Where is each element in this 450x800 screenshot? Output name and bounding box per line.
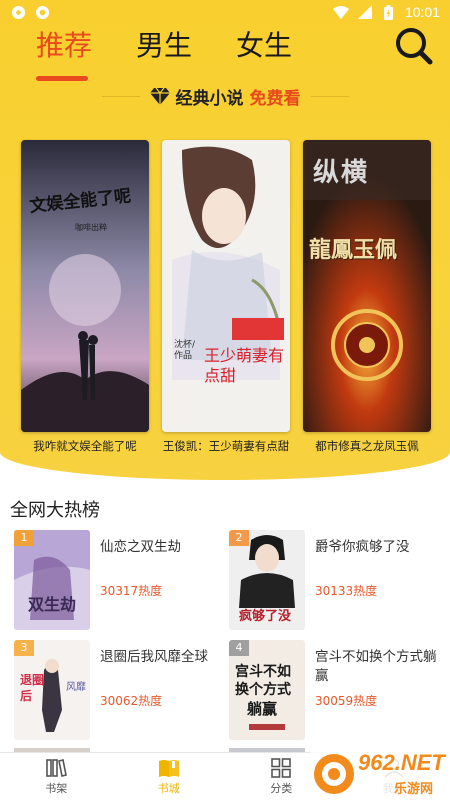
- featured-book[interactable]: 文娱全能了呢 咖啡出粹 我咋就文娱全能了呢: [21, 140, 149, 454]
- nav-bookstore[interactable]: 书城: [113, 753, 226, 800]
- hot-list-item[interactable]: 宫斗不如 换个方式 躺赢 4 宫斗不如换个方式躺赢 30059热度: [229, 640, 439, 740]
- book-cover: 双生劫 1: [14, 530, 90, 630]
- hot-list-heat: 30133热度: [315, 584, 378, 598]
- svg-text:躺赢: 躺赢: [247, 700, 277, 718]
- clock: 10:01: [404, 4, 440, 20]
- site-watermark: 962.NET 乐游网: [310, 748, 450, 800]
- featured-book[interactable]: 王少萌妻有点甜 沈杯/作品 王俊凯：王少萌妻有点甜: [162, 140, 290, 454]
- active-tab-indicator: [36, 76, 88, 81]
- book-cover: 纵横 龍鳳玉佩: [303, 140, 431, 432]
- featured-book[interactable]: 纵横 龍鳳玉佩 都市修真之龙凤玉佩: [303, 140, 431, 454]
- hot-list-heat: 30059热度: [315, 694, 378, 708]
- nav-bookshelf[interactable]: 书架: [0, 753, 113, 800]
- promo-banner: 经典小说 免费看: [0, 84, 450, 109]
- bookshelf-icon: [46, 758, 68, 777]
- rank-badge: 4: [229, 640, 249, 656]
- svg-text:后: 后: [20, 688, 32, 703]
- top-tabs: 推荐 男生 女生: [36, 26, 292, 66]
- app-notification-icon: [34, 4, 50, 20]
- cover-title: 王少萌妻有点甜: [204, 346, 285, 385]
- book-cover: 疯够了没 2: [229, 530, 305, 630]
- svg-text:疯够了没: 疯够了没: [239, 608, 292, 624]
- battery-icon: [381, 4, 397, 20]
- svg-text:换个方式: 换个方式: [235, 681, 291, 698]
- cover-author: 咖啡出粹: [75, 223, 107, 232]
- book-title: 我咋就文娱全能了呢: [33, 439, 137, 453]
- wifi-icon: [332, 4, 349, 20]
- divider: [101, 96, 140, 97]
- featured-books: 文娱全能了呢 咖啡出粹 我咋就文娱全能了呢 王少萌妻有点甜 沈杯/作品 王俊凯：…: [21, 140, 431, 454]
- diamond-icon: [149, 88, 170, 105]
- watermark-text: 962.NET: [358, 750, 445, 775]
- hot-list-item[interactable]: 退圈 后 风靡 3 退圈后我风靡全球 30062热度: [14, 640, 224, 740]
- watermark-sub: 乐游网: [394, 782, 434, 797]
- divider: [310, 96, 349, 97]
- hot-list-item[interactable]: 疯够了没 2 爵爷你疯够了没 30133热度: [229, 530, 439, 630]
- hot-list-heat: 30062热度: [100, 694, 163, 708]
- grid-icon: [271, 757, 292, 778]
- nav-label: 分类: [270, 781, 293, 795]
- hot-list-title: 退圈后我风靡全球: [100, 649, 208, 665]
- cover-title: 龍鳳玉佩: [309, 237, 398, 263]
- rank-badge: 1: [14, 530, 34, 546]
- notification-icon: [10, 4, 26, 20]
- nav-label: 书城: [157, 781, 180, 795]
- svg-text:双生劫: 双生劫: [28, 595, 76, 614]
- book-cover: 文娱全能了呢 咖啡出粹: [21, 140, 149, 432]
- hot-list-heat: 30317热度: [100, 584, 163, 598]
- search-icon: [396, 28, 433, 65]
- book-cover: 宫斗不如 换个方式 躺赢 4: [229, 640, 305, 740]
- tab-recommend[interactable]: 推荐: [36, 26, 92, 66]
- tab-male[interactable]: 男生: [136, 26, 192, 66]
- signal-icon: [357, 4, 373, 20]
- book-cover: 退圈 后 风靡 3: [14, 640, 90, 740]
- hot-list-title: 爵爷你疯够了没: [315, 539, 410, 555]
- book-open-icon: [158, 759, 179, 777]
- section-title-hot-list: 全网大热榜: [10, 500, 100, 521]
- book-title: 都市修真之龙凤玉佩: [315, 439, 419, 453]
- nav-label: 书架: [45, 781, 68, 795]
- hot-list-title: 宫斗不如换个方式躺赢: [315, 649, 437, 684]
- tab-female[interactable]: 女生: [236, 26, 292, 66]
- promo-highlight: 免费看: [249, 89, 301, 109]
- book-cover: 王少萌妻有点甜 沈杯/作品: [162, 140, 290, 432]
- cover-author: 沈杯/作品: [174, 340, 196, 361]
- rank-badge: 3: [14, 640, 34, 656]
- search-button[interactable]: [392, 24, 436, 68]
- cover-brand: 纵横: [313, 158, 370, 188]
- status-bar: 10:01: [0, 0, 450, 24]
- book-title: 王俊凯：王少萌妻有点甜: [162, 439, 290, 453]
- hot-list-item[interactable]: 双生劫 1 仙恋之双生劫 30317热度: [14, 530, 224, 630]
- svg-text:退圈: 退圈: [20, 672, 44, 687]
- hot-list-title: 仙恋之双生劫: [100, 539, 181, 555]
- svg-text:宫斗不如: 宫斗不如: [235, 663, 291, 680]
- rank-badge: 2: [229, 530, 249, 546]
- promo-text: 经典小说: [175, 89, 244, 109]
- svg-text:风靡: 风靡: [66, 680, 86, 693]
